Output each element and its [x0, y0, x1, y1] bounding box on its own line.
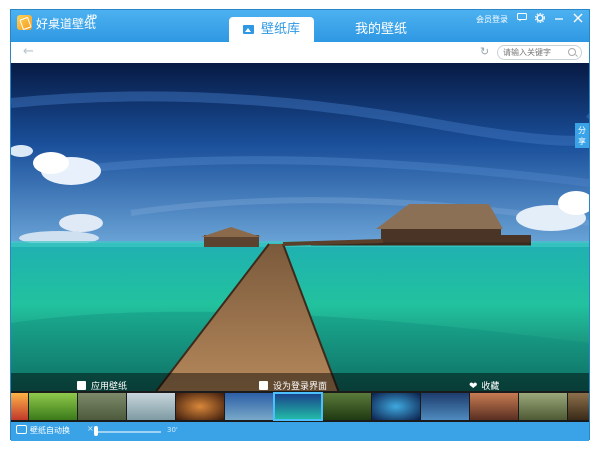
gear-icon[interactable] [534, 12, 546, 25]
thumbnail[interactable] [29, 393, 77, 420]
search-input[interactable] [503, 46, 565, 59]
tab-my-wallpapers[interactable]: 我的壁纸 [341, 17, 421, 42]
share-button[interactable]: 分享 [575, 123, 589, 148]
user-icon [259, 381, 268, 390]
tab-label: 我的壁纸 [354, 22, 407, 37]
toolbar: ← ↻ [11, 42, 589, 63]
screen-icon [16, 425, 27, 434]
thumbnail-selected[interactable] [273, 392, 323, 421]
interval-value: 30' [167, 426, 178, 434]
close-icon[interactable] [572, 13, 584, 25]
hd-badge: HD [87, 14, 98, 21]
message-icon[interactable] [516, 13, 528, 25]
thumbnail[interactable] [470, 393, 518, 420]
thumbnail[interactable] [421, 393, 469, 420]
thumbnail[interactable] [372, 393, 420, 420]
back-arrow-icon[interactable]: ← [23, 44, 34, 59]
interval-slider-knob[interactable] [94, 426, 98, 436]
thumbnail[interactable] [176, 393, 224, 420]
thumbnail[interactable] [568, 393, 589, 420]
thumbnail[interactable] [323, 393, 371, 420]
app-logo-icon [17, 15, 32, 30]
search-box[interactable] [497, 45, 582, 60]
thumbnail[interactable] [78, 393, 126, 420]
member-login-link[interactable]: 会员登录 [476, 14, 508, 25]
interval-slider-track[interactable] [95, 431, 161, 433]
thumbnail-strip [11, 391, 589, 422]
wallpaper-preview: 分享 应用壁纸 设为登录界面 ❤ 收藏 [11, 63, 589, 398]
thumbnail[interactable] [519, 393, 567, 420]
refresh-icon[interactable]: ↻ [480, 45, 489, 58]
tab-wallpaper-library[interactable]: 壁纸库 [229, 17, 314, 42]
auto-change-label: 壁纸自动换 [30, 426, 70, 435]
slider-close-icon[interactable]: × [87, 424, 94, 433]
app-window: 好桌道壁纸 HD 壁纸库 我的壁纸 会员登录 ← ↻ 请输入关键字 分享 应用壁… [10, 9, 590, 441]
title-bar: 好桌道壁纸 HD 壁纸库 我的壁纸 会员登录 [11, 10, 589, 42]
auto-change-toggle[interactable]: 壁纸自动换 [16, 425, 70, 436]
minimize-icon[interactable] [553, 13, 565, 25]
picture-icon [242, 25, 254, 34]
search-icon[interactable] [568, 48, 576, 56]
thumbnail[interactable] [11, 393, 28, 420]
status-bar: 壁纸自动换 × 30' [11, 422, 589, 441]
tab-label: 壁纸库 [260, 22, 300, 37]
thumbnail[interactable] [127, 393, 175, 420]
picture-icon [77, 381, 86, 390]
thumbnail[interactable] [225, 393, 273, 420]
wallpaper-image [11, 63, 589, 398]
